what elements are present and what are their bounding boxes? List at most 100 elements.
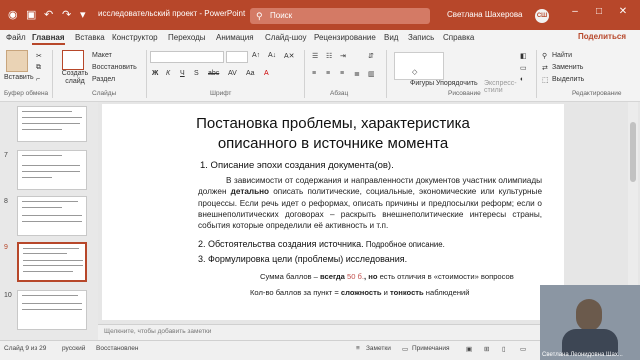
- scroll-thumb[interactable]: [630, 122, 636, 182]
- search-box[interactable]: ⚲ Поиск: [250, 8, 430, 24]
- new-slide-icon[interactable]: [62, 50, 84, 70]
- slide-thumbnail[interactable]: [17, 290, 87, 330]
- bold-icon[interactable]: Ж: [152, 70, 158, 77]
- spacing-icon[interactable]: AV: [228, 70, 237, 77]
- justify-icon[interactable]: ≣: [354, 70, 360, 78]
- maximize-icon[interactable]: □: [590, 6, 608, 17]
- slide-thumbnail[interactable]: [17, 150, 87, 190]
- numbering-icon[interactable]: ☷: [326, 52, 332, 60]
- paste-button[interactable]: Вставить: [4, 74, 34, 81]
- tab-insert[interactable]: Вставка: [75, 33, 105, 42]
- font-color-icon[interactable]: A: [264, 70, 269, 77]
- outline-icon[interactable]: ▭: [520, 64, 527, 72]
- share-button[interactable]: Поделиться: [578, 32, 626, 41]
- replace-icon[interactable]: ⇄: [542, 64, 548, 72]
- shapes-button[interactable]: Фигуры: [410, 80, 434, 87]
- text-direction-icon[interactable]: ⇵: [368, 52, 374, 60]
- tab-animations[interactable]: Анимация: [216, 33, 254, 42]
- search-icon: ⚲: [256, 11, 263, 21]
- slide-thumbnail-selected[interactable]: [17, 242, 87, 282]
- slide-title[interactable]: Постановка проблемы, характеристика опис…: [102, 114, 564, 154]
- comments-icon[interactable]: ▭: [402, 345, 408, 353]
- format-painter-icon[interactable]: ⌐: [36, 76, 40, 83]
- reset-button[interactable]: Восстановить: [92, 64, 137, 71]
- copy-icon[interactable]: ⧉: [36, 64, 41, 72]
- avatar[interactable]: СШ: [535, 9, 549, 23]
- tab-design[interactable]: Конструктор: [112, 33, 158, 42]
- close-icon[interactable]: ✕: [614, 6, 632, 17]
- bullets-icon[interactable]: ☰: [312, 52, 318, 60]
- sorter-view-icon[interactable]: ⊞: [484, 345, 489, 353]
- group-label-clipboard: Буфер обмена: [4, 90, 49, 97]
- save-icon[interactable]: ▣: [26, 7, 36, 23]
- slide-title-line: Постановка проблемы, характеристика: [196, 115, 470, 132]
- align-center-icon[interactable]: ≡: [326, 70, 330, 77]
- title-bar: ◉ ▣ ↶ ↷ ▾ исследовательский проект - Pow…: [0, 0, 640, 30]
- slide-canvas[interactable]: Постановка проблемы, характеристика опис…: [102, 104, 564, 320]
- select-button[interactable]: Выделить: [552, 76, 584, 83]
- columns-icon[interactable]: ▥: [368, 70, 375, 78]
- redo-icon[interactable]: ↷: [62, 7, 71, 23]
- tab-transitions[interactable]: Переходы: [168, 33, 206, 42]
- case-icon[interactable]: Aa: [246, 70, 255, 77]
- effects-icon[interactable]: ◐: [520, 76, 524, 83]
- comments-button[interactable]: Примечания: [412, 345, 450, 352]
- layout-button[interactable]: Макет: [92, 52, 112, 59]
- shadow-icon[interactable]: S: [194, 70, 199, 77]
- tab-home[interactable]: Главная: [32, 33, 65, 45]
- arrange-button[interactable]: Упорядочить: [436, 80, 478, 87]
- clear-format-icon[interactable]: A✕: [284, 52, 295, 60]
- body-paragraph: В зависимости от содержания и направленн…: [198, 175, 542, 231]
- normal-view-icon[interactable]: ▣: [466, 345, 472, 353]
- paste-icon[interactable]: [6, 50, 28, 72]
- cut-icon[interactable]: ✂: [36, 52, 42, 60]
- new-slide-button[interactable]: Создать слайд: [58, 70, 92, 86]
- autosave-icon[interactable]: ◉: [8, 7, 18, 23]
- tab-view[interactable]: Вид: [384, 33, 398, 42]
- tab-help[interactable]: Справка: [443, 33, 474, 42]
- slideshow-view-icon[interactable]: ▭: [520, 345, 526, 353]
- minimize-icon[interactable]: –: [566, 6, 584, 17]
- find-icon[interactable]: ⚲: [542, 52, 547, 60]
- fill-icon[interactable]: ◧: [520, 52, 527, 60]
- section-button[interactable]: Раздел: [92, 76, 115, 83]
- tab-slideshow[interactable]: Слайд-шоу: [265, 33, 306, 42]
- shrink-font-icon[interactable]: A↓: [268, 52, 276, 59]
- strikethrough-icon[interactable]: abc: [208, 70, 219, 77]
- slide-number: 9: [4, 244, 8, 251]
- slide-thumbnail[interactable]: [17, 106, 87, 142]
- font-size-select[interactable]: [226, 51, 248, 63]
- slide-thumbnails-panel: 7 8 9 10: [0, 102, 98, 340]
- points-bold: тонкость: [389, 288, 424, 297]
- slide-thumbnail[interactable]: [17, 196, 87, 236]
- points-bold: сложность: [340, 288, 382, 297]
- notes-button[interactable]: Заметки: [366, 345, 391, 352]
- undo-icon[interactable]: ↶: [44, 7, 53, 23]
- indent-icon[interactable]: ⇥: [340, 52, 346, 60]
- list-item-3: 3. Формулировка цели (проблемы) исследов…: [198, 254, 408, 264]
- styles-button[interactable]: Экспресс-стили: [484, 80, 517, 94]
- tab-review[interactable]: Рецензирование: [314, 33, 376, 42]
- font-family-select[interactable]: [150, 51, 224, 63]
- grow-font-icon[interactable]: A↑: [252, 52, 260, 59]
- shapes-icon[interactable]: ◇: [412, 68, 417, 76]
- points-note: Кол-во баллов за пункт = сложность и тон…: [250, 288, 470, 297]
- language-indicator[interactable]: русский: [62, 345, 85, 352]
- group-label-font: Шрифт: [210, 90, 232, 97]
- webcam-name-label: Светлана Леонидовна Шах...: [542, 352, 623, 358]
- italic-icon[interactable]: К: [166, 70, 170, 77]
- select-icon[interactable]: ⬚: [542, 76, 549, 84]
- tab-file[interactable]: Файл: [6, 33, 26, 42]
- replace-button[interactable]: Заменить: [552, 64, 583, 71]
- align-right-icon[interactable]: ≡: [340, 70, 344, 77]
- notes-icon[interactable]: ≡: [356, 345, 360, 352]
- align-left-icon[interactable]: ≡: [312, 70, 316, 77]
- user-name[interactable]: Светлана Шахерова: [447, 10, 522, 19]
- score-bold: , но: [364, 272, 378, 281]
- tab-record[interactable]: Запись: [408, 33, 434, 42]
- find-button[interactable]: Найти: [552, 52, 572, 59]
- customize-icon[interactable]: ▾: [80, 7, 86, 23]
- shapes-gallery[interactable]: [394, 52, 444, 80]
- reading-view-icon[interactable]: ▯: [502, 345, 506, 353]
- underline-icon[interactable]: Ч: [180, 70, 185, 77]
